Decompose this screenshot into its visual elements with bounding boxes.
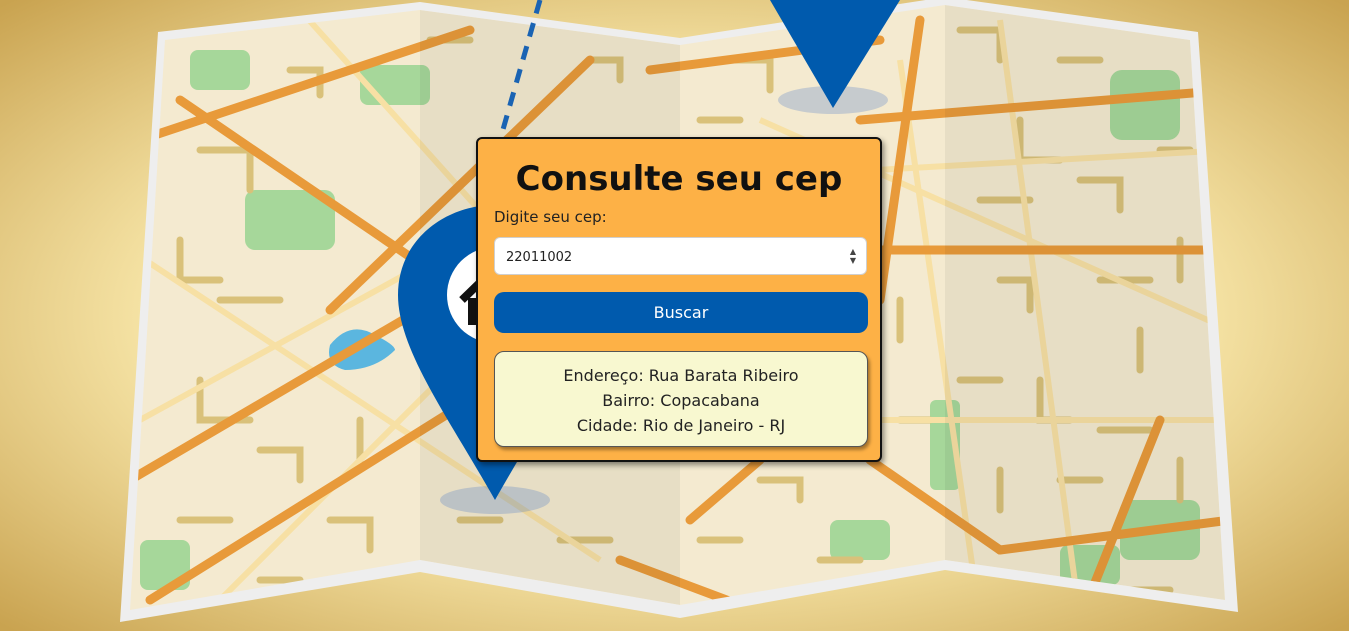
stepper-up-icon[interactable]: ▲ [848,247,858,256]
cep-input[interactable] [504,238,828,276]
result-box: Endereço: Rua Barata Ribeiro Bairro: Cop… [494,351,868,447]
page-title: Consulte seu cep [515,159,843,199]
result-cidade: Cidade: Rio de Janeiro - RJ [576,416,786,435]
cep-input-label: Digite seu cep: [494,208,607,226]
result-bairro: Bairro: Copacabana [602,391,760,410]
stepper-down-icon[interactable]: ▼ [848,256,858,265]
search-button[interactable]: Buscar [494,292,868,333]
result-endereco: Endereço: Rua Barata Ribeiro [563,366,799,385]
cep-search-card: Consulte seu cep Digite seu cep: ▲ ▼ Bus… [476,137,882,462]
number-stepper[interactable]: ▲ ▼ [848,247,858,265]
cep-input-field[interactable]: ▲ ▼ [494,237,867,276]
